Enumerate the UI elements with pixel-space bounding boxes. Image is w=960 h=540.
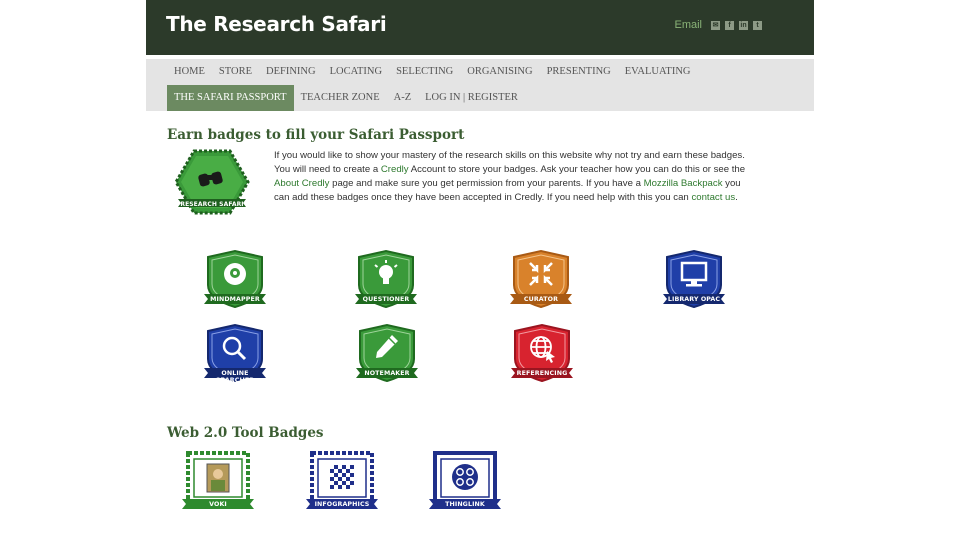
nav-item-home[interactable]: HOME	[167, 59, 212, 85]
email-icon[interactable]: ✉	[711, 20, 720, 30]
nav-item-a-z[interactable]: A-Z	[387, 85, 419, 111]
badge-label: MINDMAPPER	[210, 296, 260, 303]
nav-row-secondary: THE SAFARI PASSPORT TEACHER ZONE A-Z LOG…	[167, 85, 525, 111]
badge-label: NOTEMAKER	[364, 370, 410, 377]
mindmapper-badge[interactable]: MINDMAPPER	[204, 249, 266, 311]
credly-link[interactable]: Credly	[381, 164, 409, 175]
intro-text: .	[735, 192, 738, 203]
referencing-badge[interactable]: REFERENCING	[511, 323, 573, 385]
nav-item-organising[interactable]: ORGANISING	[460, 59, 539, 85]
section-heading-passport: Earn badges to fill your Safari Passport	[167, 127, 465, 143]
badge-label: LIBRARY OPAC	[667, 296, 721, 303]
nav-item-safari-passport[interactable]: THE SAFARI PASSPORT	[167, 85, 294, 111]
linkedin-icon[interactable]: in	[739, 20, 748, 30]
infographics-badge[interactable]: INFOGRAPHICS	[306, 451, 378, 516]
contact-us-link[interactable]: contact us	[691, 192, 735, 203]
intro-text: Account to store your badges. Ask your t…	[408, 164, 746, 175]
nav-item-teacher-zone[interactable]: TEACHER ZONE	[294, 85, 387, 111]
mozilla-backpack-link[interactable]: Mozzilla Backpack	[644, 178, 723, 189]
nav-item-presenting[interactable]: PRESENTING	[540, 59, 618, 85]
thinglink-icon	[452, 464, 478, 490]
intro-paragraph: If you would like to show your mastery o…	[274, 149, 754, 205]
nav-row-primary: HOME STORE DEFINING LOCATING SELECTING O…	[167, 59, 697, 85]
badge-label: REFERENCING	[516, 370, 568, 377]
thinglink-badge[interactable]: THINGLINK	[429, 451, 501, 516]
twitter-icon[interactable]: t	[753, 20, 762, 30]
curator-badge[interactable]: CURATOR	[510, 249, 572, 311]
research-safari-badge[interactable]: RESEARCH SAFARI	[174, 149, 250, 218]
voki-badge[interactable]: VOKI	[182, 451, 254, 516]
badge-label: CURATOR	[523, 296, 559, 303]
nav-item-defining[interactable]: DEFINING	[259, 59, 323, 85]
questioner-badge[interactable]: QUESTIONER	[355, 249, 417, 311]
intro-text: page and make sure you get permission fr…	[329, 178, 644, 189]
nav-item-evaluating[interactable]: EVALUATING	[618, 59, 698, 85]
online-searcher-badge[interactable]: ONLINE SEARCHER	[204, 323, 266, 385]
badge-label: ONLINE SEARCHER	[215, 370, 255, 384]
nav-item-store[interactable]: STORE	[212, 59, 259, 85]
badge-label: QUESTIONER	[362, 296, 410, 303]
library-opac-badge[interactable]: LIBRARY OPAC	[663, 249, 725, 311]
site-container: The Research Safari Email ✉ f in t HOME …	[146, 0, 814, 540]
badge-label: THINGLINK	[445, 501, 485, 508]
site-header: The Research Safari Email ✉ f in t	[146, 0, 814, 55]
checkerboard-icon	[330, 465, 354, 489]
facebook-icon[interactable]: f	[725, 20, 734, 30]
mind-map-head-icon	[224, 263, 246, 285]
site-title[interactable]: The Research Safari	[166, 12, 387, 36]
about-credly-link[interactable]: About Credly	[274, 178, 329, 189]
nav-item-login-register[interactable]: LOG IN | REGISTER	[418, 85, 525, 111]
badge-label: VOKI	[209, 501, 227, 508]
nav-item-locating[interactable]: LOCATING	[323, 59, 390, 85]
social-links: Email ✉ f in t	[674, 19, 762, 31]
email-link[interactable]: Email	[674, 19, 702, 31]
voki-avatar-icon	[206, 463, 230, 493]
badge-label: INFOGRAPHICS	[314, 501, 370, 508]
nav-item-selecting[interactable]: SELECTING	[389, 59, 460, 85]
badge-label: RESEARCH SAFARI	[180, 201, 244, 208]
main-nav: HOME STORE DEFINING LOCATING SELECTING O…	[146, 59, 814, 111]
notemaker-badge[interactable]: NOTEMAKER	[356, 323, 418, 385]
section-heading-web20: Web 2.0 Tool Badges	[167, 425, 324, 441]
